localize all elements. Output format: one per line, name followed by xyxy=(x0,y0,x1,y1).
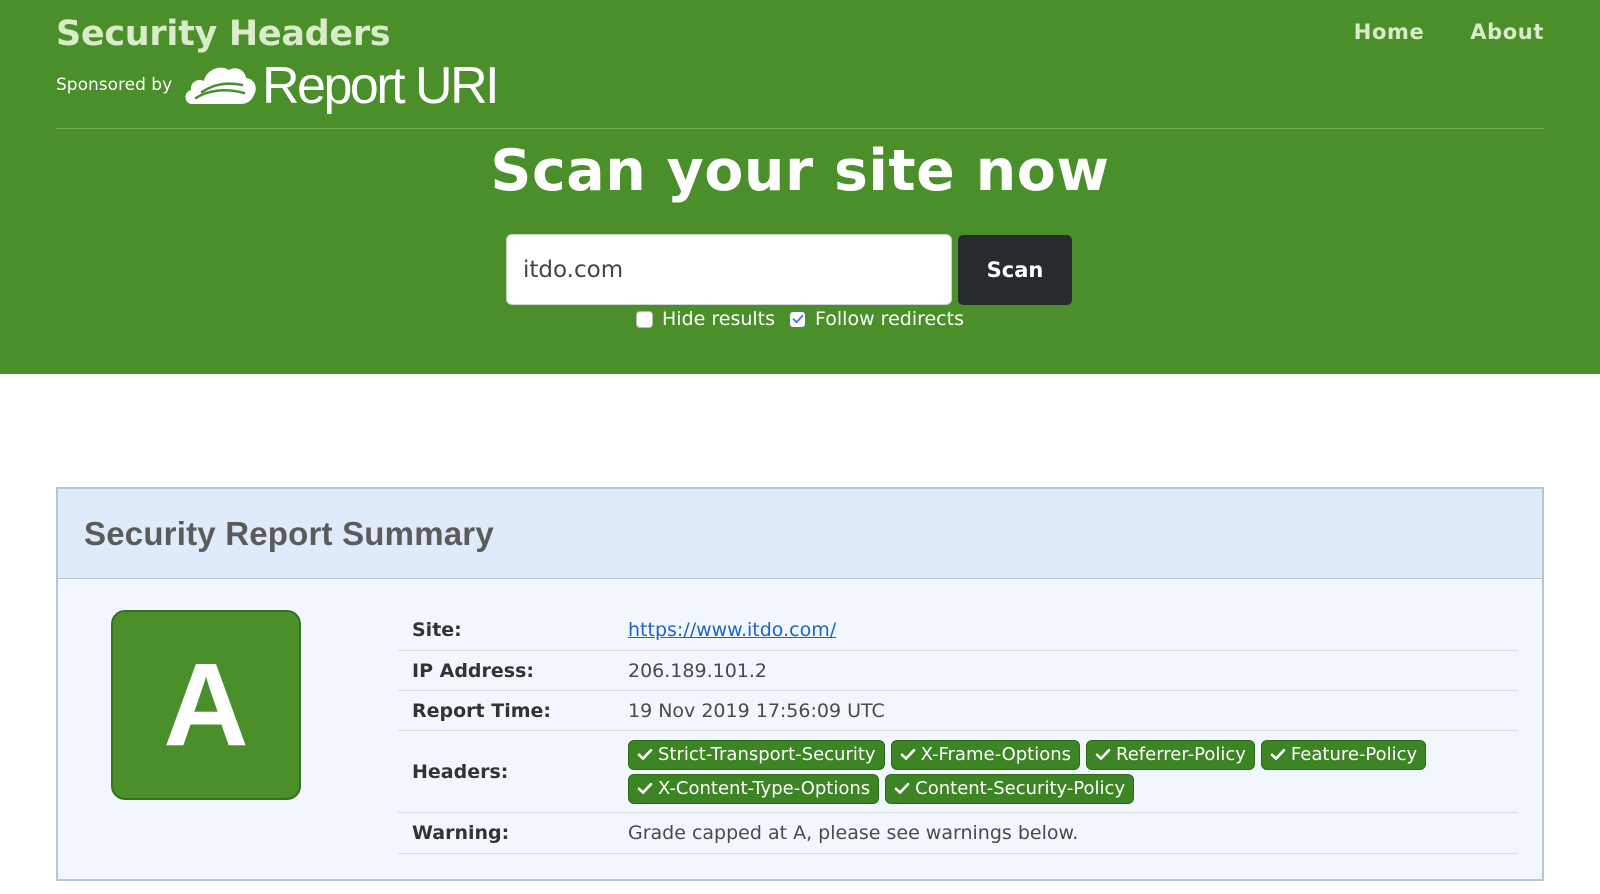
report-title: Security Report Summary xyxy=(84,514,494,552)
scan-url-input[interactable] xyxy=(506,234,952,305)
grade-badge: A xyxy=(111,610,301,800)
report-uri-logo[interactable]: Report URI xyxy=(182,54,500,118)
table-row: Report Time: 19 Nov 2019 17:56:09 UTC xyxy=(398,690,1518,731)
check-icon xyxy=(792,314,803,324)
header-divider xyxy=(56,128,1544,129)
report-time-label: Report Time: xyxy=(398,690,628,731)
check-icon xyxy=(637,782,653,794)
logo-text: Report URI xyxy=(262,57,500,115)
check-icon xyxy=(1270,748,1286,760)
header-pill-label: Referrer-Policy xyxy=(1116,744,1246,765)
headers-label: Headers: xyxy=(398,730,628,813)
hide-results-checkbox[interactable] xyxy=(636,310,654,328)
follow-redirects-checkbox[interactable] xyxy=(789,310,807,328)
site-link[interactable]: https://www.itdo.com/ xyxy=(628,619,836,641)
header-pill[interactable]: Feature-Policy xyxy=(1260,739,1427,770)
header-pills: Strict-Transport-Security X-Frame-Option… xyxy=(628,736,1458,808)
header-pill[interactable]: Content-Security-Policy xyxy=(885,773,1135,804)
header-pill-label: Content-Security-Policy xyxy=(915,778,1126,799)
sponsor-label: Sponsored by xyxy=(56,75,173,95)
grade-letter: A xyxy=(163,639,249,771)
hero-header: Security Headers Sponsored by Report URI… xyxy=(0,0,1600,374)
follow-redirects-option[interactable]: Follow redirects xyxy=(789,308,964,330)
table-row: Headers: Strict-Transport-Security X-Fra… xyxy=(398,730,1518,813)
report-header: Security Report Summary xyxy=(58,489,1542,579)
header-pill-label: Feature-Policy xyxy=(1290,744,1418,765)
check-icon xyxy=(894,782,910,794)
warning-value: Grade capped at A, please see warnings b… xyxy=(628,812,1518,854)
ip-address-label: IP Address: xyxy=(398,650,628,691)
hide-results-label: Hide results xyxy=(662,308,776,330)
scan-options: Hide results Follow redirects xyxy=(0,308,1600,330)
header-pill[interactable]: Referrer-Policy xyxy=(1086,739,1255,770)
header-pill[interactable]: X-Content-Type-Options xyxy=(628,773,880,804)
report-info-table: Site: https://www.itdo.com/ IP Address: … xyxy=(398,610,1518,854)
table-row: Site: https://www.itdo.com/ xyxy=(398,610,1518,651)
check-icon xyxy=(637,748,653,760)
header-pill[interactable]: Strict-Transport-Security xyxy=(628,739,885,770)
check-icon xyxy=(1095,748,1111,760)
report-time-value: 19 Nov 2019 17:56:09 UTC xyxy=(628,690,1518,731)
table-row: Warning: Grade capped at A, please see w… xyxy=(398,812,1518,854)
follow-redirects-label: Follow redirects xyxy=(815,308,964,330)
warning-label: Warning: xyxy=(398,812,628,854)
hide-results-option[interactable]: Hide results xyxy=(636,308,775,330)
top-nav: Home About xyxy=(1354,20,1544,44)
header-pill[interactable]: X-Frame-Options xyxy=(890,739,1081,770)
nav-home-link[interactable]: Home xyxy=(1354,20,1425,44)
table-row: IP Address: 206.189.101.2 xyxy=(398,650,1518,691)
site-label: Site: xyxy=(398,610,628,651)
header-pill-label: Strict-Transport-Security xyxy=(658,744,876,765)
scan-button[interactable]: Scan xyxy=(958,235,1072,305)
cloud-icon xyxy=(185,67,256,104)
brand-title[interactable]: Security Headers xyxy=(56,14,391,54)
header-pill-label: X-Frame-Options xyxy=(920,744,1072,765)
security-report-summary: Security Report Summary A Site: https://… xyxy=(56,487,1544,881)
nav-about-link[interactable]: About xyxy=(1470,20,1544,44)
check-icon xyxy=(900,748,915,760)
hero-title: Scan your site now xyxy=(490,138,1110,204)
ip-address-value: 206.189.101.2 xyxy=(628,650,1518,691)
header-pill-label: X-Content-Type-Options xyxy=(658,778,871,799)
